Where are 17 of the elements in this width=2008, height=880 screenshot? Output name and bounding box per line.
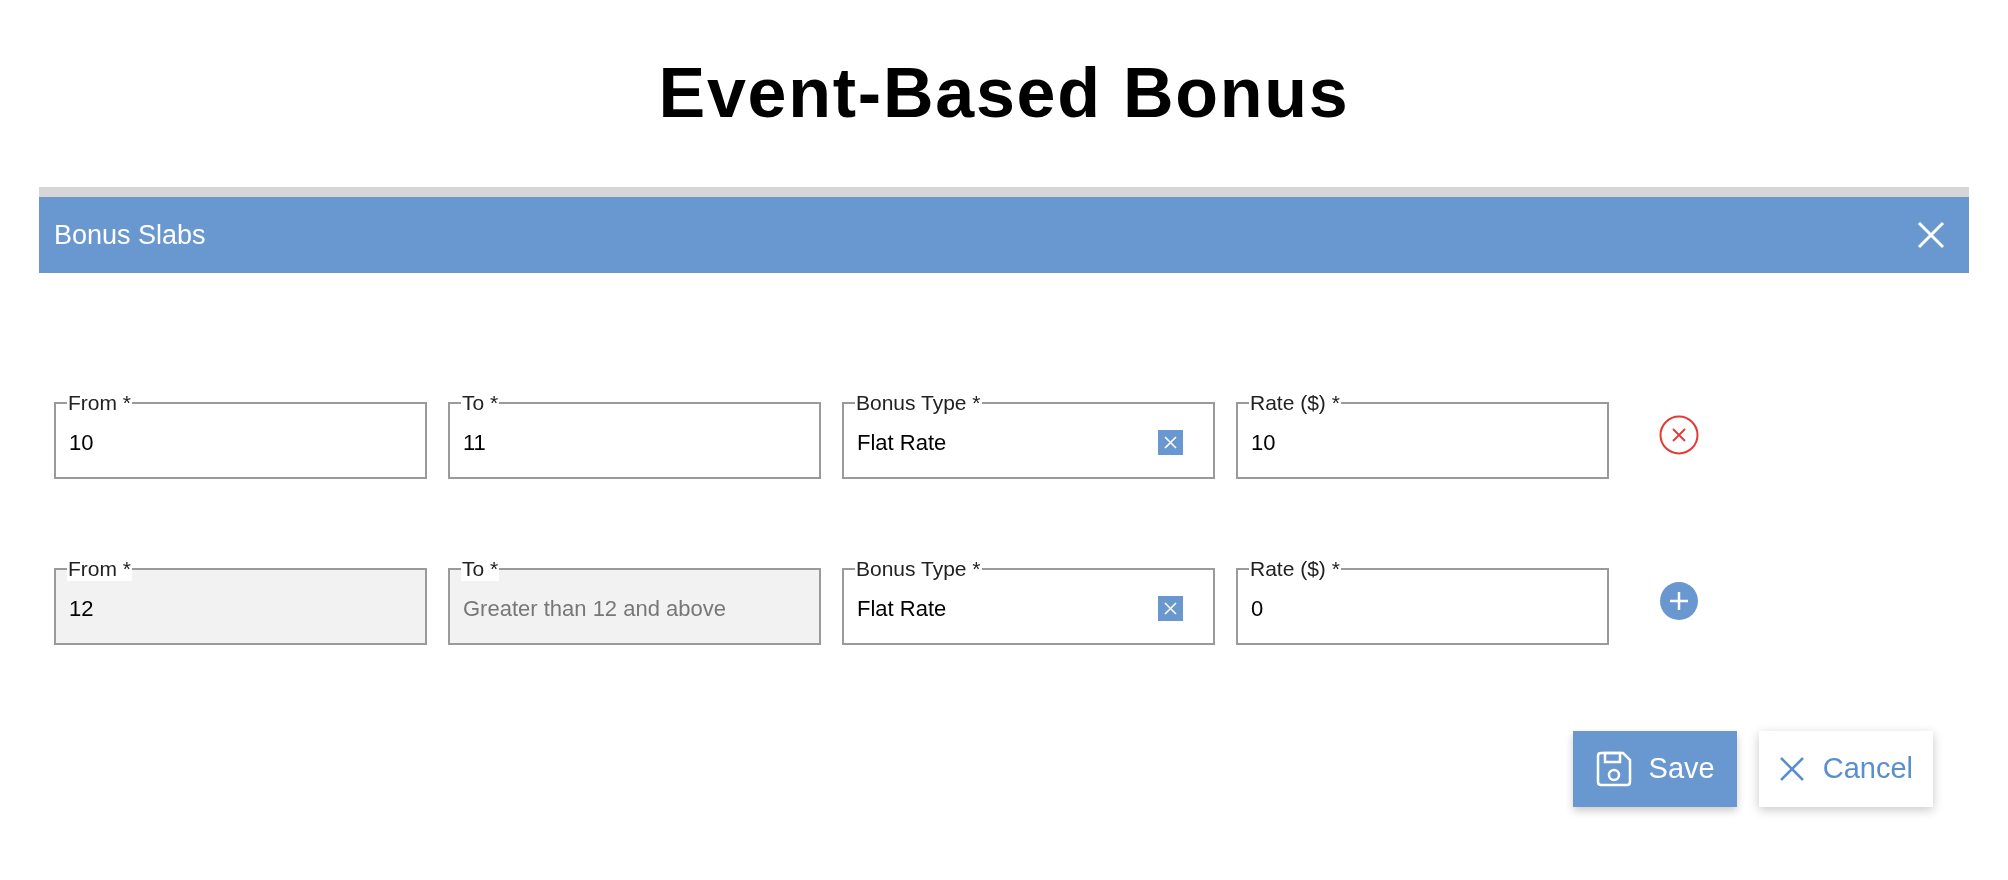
field-value: Flat Rate xyxy=(857,594,947,623)
field-value: 12 xyxy=(69,594,94,623)
remove-icon[interactable] xyxy=(1659,415,1699,455)
field-value: 10 xyxy=(1251,428,1276,457)
clear-icon[interactable] xyxy=(1158,429,1183,455)
field-value: 11 xyxy=(463,428,486,457)
add-icon[interactable] xyxy=(1659,581,1699,621)
save-icon xyxy=(1594,750,1633,788)
close-icon[interactable] xyxy=(1917,221,1945,249)
field-placeholder: Greater than 12 and above xyxy=(463,594,726,623)
field-value: 0 xyxy=(1251,594,1264,623)
clear-icon[interactable] xyxy=(1158,595,1183,621)
field-value: 10 xyxy=(69,428,94,457)
dialog-title: Bonus Slabs xyxy=(54,218,206,252)
close-icon xyxy=(1778,756,1805,782)
page-title: Event-Based Bonus xyxy=(658,53,1350,134)
field-value: Flat Rate xyxy=(857,428,947,457)
